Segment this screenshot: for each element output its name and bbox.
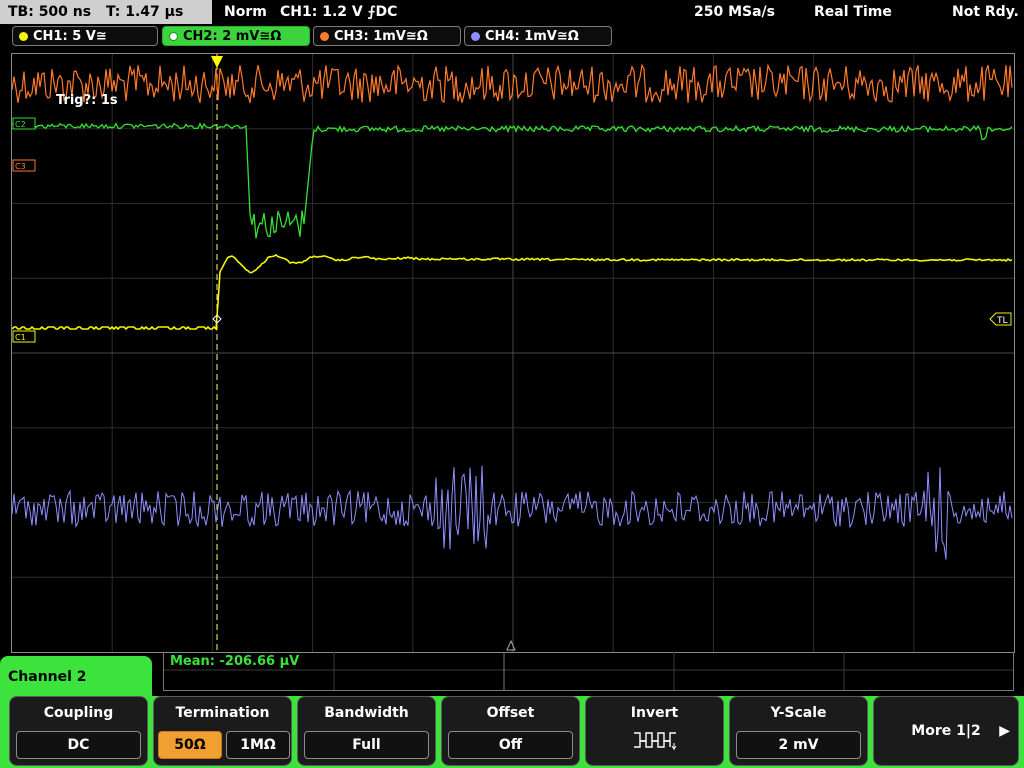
- graticule: [12, 54, 1014, 652]
- status-bar: TB: 500 ns T: 1.47 μs Norm CH1: 1.2 V ⨍D…: [0, 0, 1024, 24]
- coupling-label: Coupling: [43, 705, 114, 721]
- timebase-box[interactable]: TB: 500 ns T: 1.47 μs: [0, 0, 212, 24]
- tab-ch2[interactable]: CH2: 2 mV≅Ω: [162, 26, 310, 46]
- svg-text:TL: TL: [996, 316, 1008, 326]
- timebase-value: TB: 500 ns: [8, 4, 92, 20]
- bandwidth-label: Bandwidth: [324, 705, 409, 721]
- invert-waveform-icon: [634, 732, 677, 751]
- invert-label: Invert: [630, 705, 679, 721]
- offset-value: Off: [448, 731, 573, 759]
- next-page-arrow-icon: ▶: [999, 723, 1010, 739]
- waveform-canvas: Trig?: 1s C2 C3 C1 TL: [11, 54, 1014, 652]
- waveform-display[interactable]: Trig?: 1s C2 C3 C1 TL: [11, 53, 1015, 653]
- ch1-dot-icon: [19, 32, 28, 41]
- termination-label: Termination: [175, 705, 270, 721]
- y-scale-button[interactable]: Y-Scale 2 mV: [729, 696, 868, 766]
- channel-tabs: CH1: 5 V≅ CH2: 2 mV≅Ω CH3: 1mV≅Ω CH4: 1m…: [0, 26, 1024, 48]
- termination-button[interactable]: Termination 50Ω 1MΩ: [153, 696, 292, 766]
- y-scale-label: Y-Scale: [770, 705, 827, 721]
- offset-button[interactable]: Offset Off: [441, 696, 580, 766]
- tab-ch3[interactable]: CH3: 1mV≅Ω: [313, 26, 461, 46]
- horizontal-center-marker-icon: [506, 639, 516, 651]
- svg-text:C2: C2: [15, 120, 26, 129]
- invert-button[interactable]: Invert: [585, 696, 724, 766]
- tab-ch2-label: CH2: 2 mV≅Ω: [183, 29, 282, 44]
- more-button[interactable]: More 1|2 ▶: [873, 696, 1019, 766]
- ch3-dot-icon: [320, 32, 329, 41]
- trigger-source[interactable]: CH1: 1.2 V ⨍DC: [280, 0, 397, 24]
- tab-ch3-label: CH3: 1mV≅Ω: [334, 29, 428, 44]
- trigger-holdoff-label: Trig?: 1s: [56, 93, 118, 108]
- ch1-trace: [11, 253, 1013, 331]
- svg-text:C1: C1: [15, 333, 26, 342]
- termination-1mohm-option[interactable]: 1MΩ: [226, 731, 290, 759]
- ch1-ground-marker[interactable]: C1: [12, 330, 36, 343]
- ch4-trace: [11, 465, 1013, 560]
- ch2-dot-icon: [169, 32, 178, 41]
- coupling-button[interactable]: Coupling DC: [9, 696, 148, 766]
- trigger-level-marker[interactable]: TL: [989, 312, 1012, 326]
- ch3-trace: [11, 63, 1013, 104]
- acquisition-mode: Real Time: [814, 4, 892, 20]
- bandwidth-value: Full: [304, 731, 429, 759]
- mean-measurement: Mean: -206.66 μV: [170, 654, 300, 669]
- coupling-value: DC: [16, 731, 141, 759]
- tab-ch1[interactable]: CH1: 5 V≅: [12, 26, 158, 46]
- tab-ch4-label: CH4: 1mV≅Ω: [485, 29, 579, 44]
- ch2-trace: [11, 121, 1013, 239]
- ch3-ground-marker[interactable]: C3: [12, 159, 36, 172]
- offset-label: Offset: [486, 705, 535, 721]
- time-offset-value: T: 1.47 μs: [105, 4, 184, 20]
- menu-title: Channel 2: [0, 656, 152, 700]
- more-label: More 1|2: [911, 723, 981, 739]
- tab-ch4[interactable]: CH4: 1mV≅Ω: [464, 26, 612, 46]
- bandwidth-button[interactable]: Bandwidth Full: [297, 696, 436, 766]
- ch4-dot-icon: [471, 32, 480, 41]
- measurement-bar: Mean: -206.66 μV: [163, 652, 1014, 691]
- sample-rate: 250 MSa/s: [694, 4, 776, 20]
- trigger-status: Not Rdy.: [952, 4, 1019, 20]
- termination-50ohm-option[interactable]: 50Ω: [158, 731, 222, 759]
- ch2-ground-marker[interactable]: C2: [12, 117, 36, 130]
- trigger-mode[interactable]: Norm: [224, 0, 267, 24]
- y-scale-value: 2 mV: [736, 731, 861, 759]
- svg-text:C3: C3: [15, 162, 26, 171]
- tab-ch1-label: CH1: 5 V≅: [33, 29, 107, 44]
